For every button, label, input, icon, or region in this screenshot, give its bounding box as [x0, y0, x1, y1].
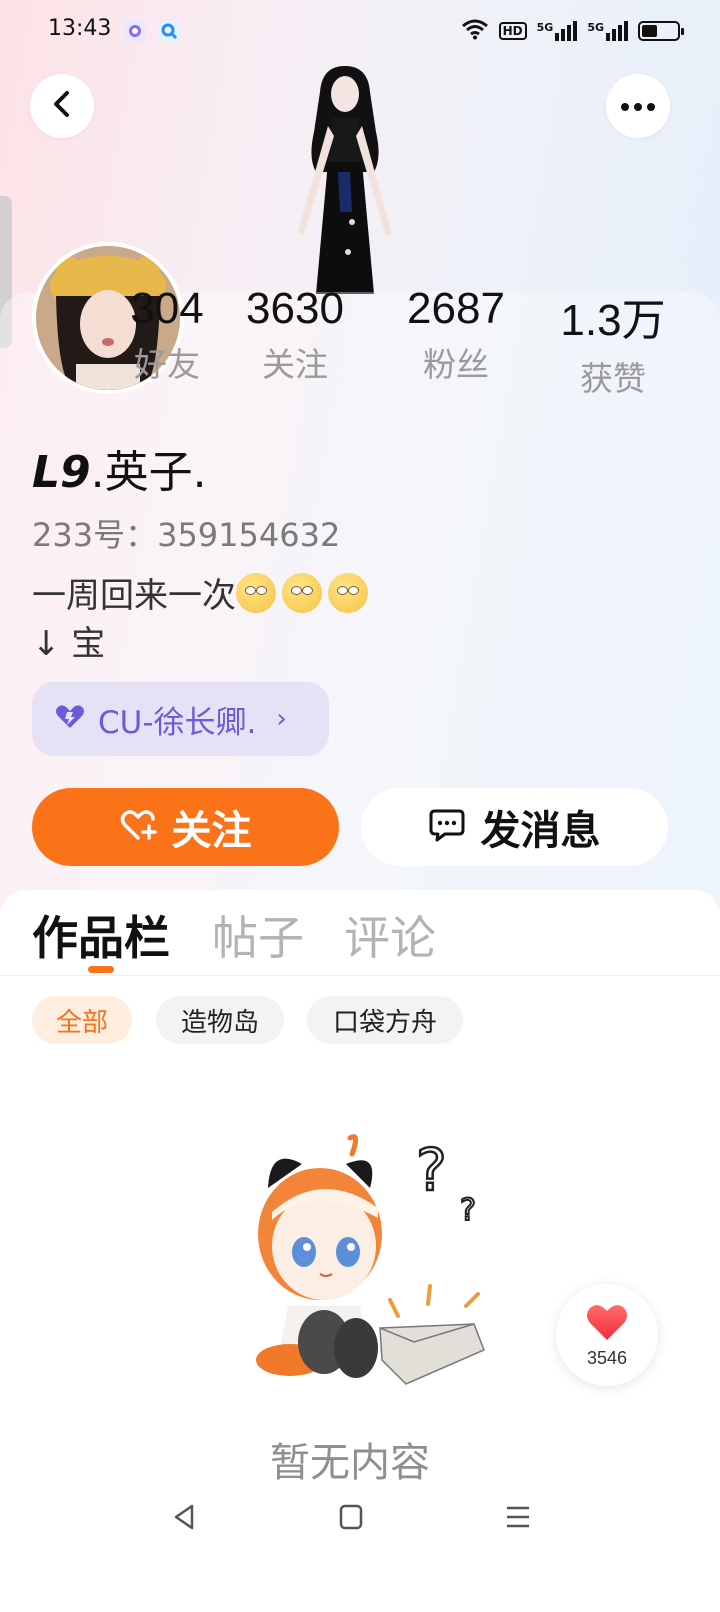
- tab-posts[interactable]: 帖子: [212, 902, 304, 968]
- stat-value: 1.3万: [560, 296, 666, 345]
- follow-button[interactable]: 关注: [32, 788, 339, 866]
- stat-value: 3630: [246, 284, 344, 333]
- send-message-button[interactable]: 发消息: [361, 788, 668, 866]
- rolling-eyes-emoji-icon: [236, 573, 276, 613]
- nav-back-icon[interactable]: [172, 1504, 196, 1534]
- stat-following[interactable]: 3630 关注: [234, 284, 356, 386]
- rolling-eyes-emoji-icon: [282, 573, 322, 613]
- signal-icon: 5G: [537, 21, 578, 41]
- filter-all[interactable]: 全部: [32, 996, 132, 1044]
- more-options-button[interactable]: [606, 74, 670, 138]
- team-badge-button[interactable]: CU-徐长卿. ›: [32, 682, 329, 756]
- message-label: 发消息: [480, 808, 601, 854]
- heart-link-icon: [54, 704, 86, 734]
- nav-home-icon[interactable]: [339, 1504, 363, 1534]
- empty-state-illustration: ? ?: [232, 1128, 496, 1388]
- status-bar: 13:43 HD 5G 5G: [0, 0, 720, 64]
- svg-text:?: ?: [460, 1193, 476, 1228]
- system-navigation-bar: [0, 1490, 720, 1560]
- bio: 一周回来一次 ↓ 宝: [32, 572, 374, 668]
- follow-label: 关注: [171, 808, 252, 854]
- back-button[interactable]: [30, 74, 94, 138]
- stat-likes[interactable]: 1.3万 获赞: [550, 284, 676, 400]
- bio-line-2: ↓ 宝: [32, 624, 106, 664]
- stat-friends[interactable]: 304 好友: [122, 284, 212, 386]
- heart-plus-icon: [120, 808, 158, 846]
- active-tab-indicator: [88, 966, 114, 973]
- tab-comments[interactable]: 评论: [344, 902, 436, 968]
- signal-icon-2: 5G: [587, 21, 628, 41]
- chevron-left-icon: [50, 90, 74, 122]
- level-badge: L9: [32, 447, 91, 498]
- filter-creation-island[interactable]: 造物岛: [156, 996, 284, 1044]
- hd-icon: HD: [498, 22, 527, 40]
- game-avatar-figure: [290, 62, 400, 294]
- chevron-right-icon: ›: [276, 704, 287, 734]
- stat-label: 获赞: [580, 359, 646, 398]
- username: L9.英子.: [32, 436, 207, 500]
- status-indicators: HD 5G 5G: [461, 18, 684, 44]
- stat-value: 2687: [407, 284, 505, 333]
- wifi-icon: [461, 18, 489, 44]
- tab-divider: [0, 975, 720, 976]
- app-notification-icon: [124, 20, 146, 42]
- bio-line-1: 一周回来一次: [32, 576, 236, 616]
- filter-pocket-ark[interactable]: 口袋方舟: [307, 996, 463, 1044]
- empty-state-text: 暂无内容: [270, 1440, 430, 1486]
- battery-level: [642, 25, 657, 37]
- username-text: .英子.: [90, 447, 207, 498]
- status-time: 13:43: [48, 16, 112, 41]
- battery-icon: [638, 21, 684, 41]
- team-label: CU-徐长卿.: [98, 704, 257, 741]
- signal-label: 5G: [536, 21, 554, 34]
- floating-like-button[interactable]: 3546: [556, 1284, 658, 1386]
- stat-label: 关注: [262, 345, 328, 384]
- rolling-eyes-emoji-icon: [328, 573, 368, 613]
- stat-followers[interactable]: 2687 粉丝: [395, 284, 517, 386]
- svg-text:?: ?: [416, 1136, 447, 1204]
- user-id[interactable]: 233号：359154632: [32, 510, 340, 556]
- nav-menu-icon[interactable]: [505, 1504, 531, 1534]
- search-app-notification-icon: [158, 20, 180, 42]
- more-horizontal-icon: [620, 97, 656, 116]
- heart-icon: [585, 1302, 629, 1346]
- stat-label: 好友: [134, 345, 200, 384]
- signal-label-2: 5G: [587, 21, 604, 34]
- tab-works[interactable]: 作品栏: [32, 902, 170, 968]
- chat-bubble-icon: [429, 808, 465, 846]
- stat-value: 304: [130, 284, 204, 333]
- like-count: 3546: [586, 1347, 628, 1368]
- stat-label: 粉丝: [423, 345, 489, 384]
